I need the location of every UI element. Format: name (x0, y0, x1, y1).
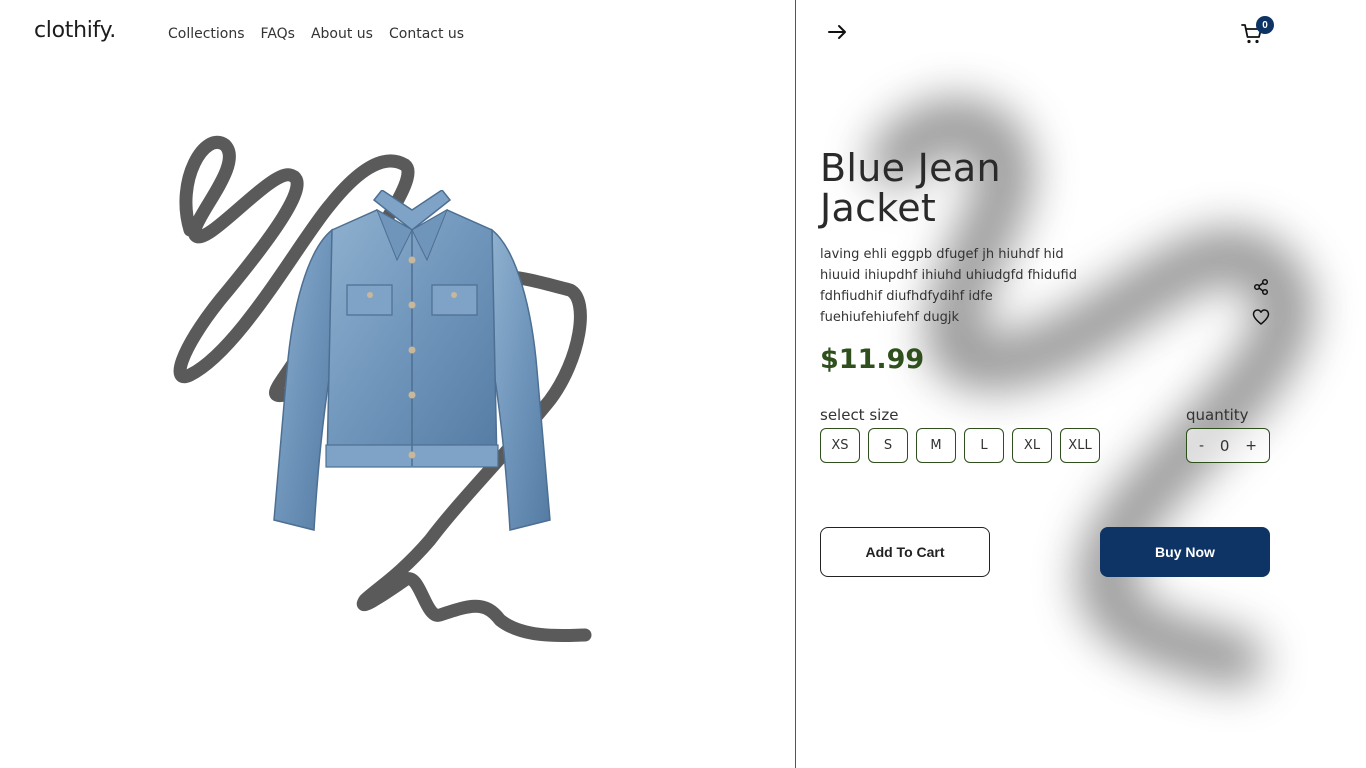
size-selector: XS S M L XL XLL (820, 428, 1100, 463)
product-price: $11.99 (820, 344, 925, 375)
share-icon[interactable] (1252, 278, 1270, 296)
nav-item-contact[interactable]: Contact us (389, 26, 464, 42)
quantity-label: quantity (1186, 406, 1249, 424)
size-option-xl[interactable]: XL (1012, 428, 1052, 463)
quantity-value: 0 (1219, 436, 1230, 455)
size-option-xll[interactable]: XLL (1060, 428, 1100, 463)
main-nav: Collections FAQs About us Contact us (168, 26, 464, 42)
product-title: Blue Jean Jacket (820, 146, 1001, 230)
product-description: laving ehli eggpb dfugef jh hiuhdf hid h… (820, 247, 1077, 325)
denim-jacket-image (273, 190, 551, 531)
buy-now-button[interactable]: Buy Now (1100, 527, 1270, 577)
quantity-stepper: - 0 + (1186, 428, 1270, 463)
cart-count-badge: 0 (1256, 16, 1274, 34)
brand-logo[interactable]: clothify. (34, 18, 116, 43)
nav-item-collections[interactable]: Collections (168, 26, 245, 42)
nav-item-about[interactable]: About us (311, 26, 373, 42)
quantity-decrement-button[interactable]: - (1199, 438, 1204, 454)
product-details-panel: 0 Blue Jean Jacket laving ehli eggpb dfu… (796, 0, 1366, 768)
add-to-cart-button[interactable]: Add To Cart (820, 527, 990, 577)
size-label: select size (820, 406, 899, 424)
size-option-xs[interactable]: XS (820, 428, 860, 463)
size-option-m[interactable]: M (916, 428, 956, 463)
nav-item-faqs[interactable]: FAQs (261, 26, 295, 42)
size-option-s[interactable]: S (868, 428, 908, 463)
size-option-l[interactable]: L (964, 428, 1004, 463)
heart-icon[interactable] (1252, 308, 1270, 326)
product-image-panel: clothify. Collections FAQs About us Cont… (0, 0, 795, 768)
quantity-increment-button[interactable]: + (1245, 438, 1257, 454)
arrow-right-icon[interactable] (824, 18, 852, 46)
cart-button[interactable]: 0 (1238, 16, 1274, 48)
